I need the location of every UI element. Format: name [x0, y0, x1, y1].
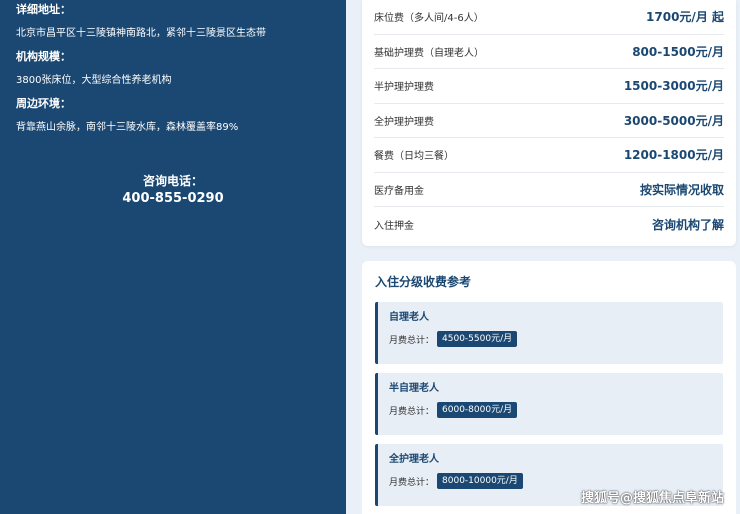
fee-price: 1500-3000元/月 — [623, 79, 724, 94]
tier-total-badge: 8000-10000元/月 — [437, 473, 523, 489]
contact-block: 咨询电话： 400-855-0290 — [0, 173, 346, 207]
fee-name: 医疗备用金 — [374, 185, 424, 197]
tier-total-line: 月费总计： 4500-5500元/月 — [389, 331, 711, 347]
fee-name: 全护理护理费 — [374, 116, 434, 128]
tier-name: 半自理老人 — [389, 383, 439, 394]
tier-total-badge: 4500-5500元/月 — [437, 331, 518, 347]
fee-row: 基础护理费（自理老人） 800-1500元/月 — [374, 35, 724, 69]
fees-panel: 床位费（多人间/4-6人） 1700元/月 起 基础护理费（自理老人） 800-… — [346, 0, 740, 514]
fee-price: 1700元/月 起 — [646, 10, 724, 25]
tier-total-label: 月费总计： — [389, 477, 435, 488]
fee-price: 3000-5000元/月 — [623, 113, 724, 128]
fee-price: 800-1500元/月 — [632, 44, 724, 59]
tier-pricing-card: 入住分级收费参考 自理老人 月费总计： 4500-5500元/月 半自理老人 月… — [362, 261, 736, 514]
fee-table-card: 床位费（多人间/4-6人） 1700元/月 起 基础护理费（自理老人） 800-… — [362, 0, 736, 246]
environment-label: 周边环境： — [16, 97, 71, 110]
fee-name: 半护理护理费 — [374, 82, 434, 94]
fee-name: 床位费（多人间/4-6人） — [374, 13, 484, 25]
contact-label: 咨询电话： — [142, 174, 203, 188]
fee-row: 床位费（多人间/4-6人） 1700元/月 起 — [374, 0, 724, 35]
scale-value: 3800张床位，大型综合性养老机构 — [16, 75, 172, 86]
tier-name: 自理老人 — [389, 312, 429, 323]
address-value: 北京市昌平区十三陵镇神南路北，紧邻十三陵景区生态带 — [16, 28, 266, 39]
contact-phone[interactable]: 400-855-0290 — [0, 190, 346, 207]
address-label: 详细地址： — [16, 3, 71, 16]
watermark: 搜狐号@搜狐焦点阜新站 — [580, 491, 724, 506]
fee-row: 全护理护理费 3000-5000元/月 — [374, 104, 724, 138]
fee-row: 餐费（日均三餐） 1200-1800元/月 — [374, 138, 724, 173]
tier-name: 全护理老人 — [389, 454, 439, 465]
environment-value: 背靠燕山余脉，南邻十三陵水库，森林覆盖率89% — [16, 122, 239, 133]
tier-total-label: 月费总计： — [389, 406, 435, 417]
fee-price: 按实际情况收取 — [639, 182, 724, 197]
tier-section-title: 入住分级收费参考 — [375, 275, 472, 289]
fee-row: 半护理护理费 1500-3000元/月 — [374, 69, 724, 104]
fee-row: 医疗备用金 按实际情况收取 — [374, 173, 724, 207]
tier-item: 半自理老人 月费总计： 6000-8000元/月 — [375, 373, 723, 435]
tier-total-line: 月费总计： 6000-8000元/月 — [389, 402, 711, 418]
scale-label: 机构规模： — [16, 50, 71, 63]
institution-info-panel: 详细地址： 北京市昌平区十三陵镇神南路北，紧邻十三陵景区生态带 机构规模： 38… — [0, 0, 346, 514]
fee-name: 入住押金 — [374, 220, 414, 232]
fee-price: 咨询机构了解 — [651, 217, 724, 232]
fee-name: 基础护理费（自理老人） — [374, 47, 484, 59]
tier-total-label: 月费总计： — [389, 335, 435, 346]
fee-name: 餐费（日均三餐） — [374, 151, 454, 163]
fee-price: 1200-1800元/月 — [623, 148, 724, 163]
tier-item: 自理老人 月费总计： 4500-5500元/月 — [375, 302, 723, 364]
fee-row: 入住押金 咨询机构了解 — [374, 207, 724, 242]
tier-total-badge: 6000-8000元/月 — [437, 402, 518, 418]
